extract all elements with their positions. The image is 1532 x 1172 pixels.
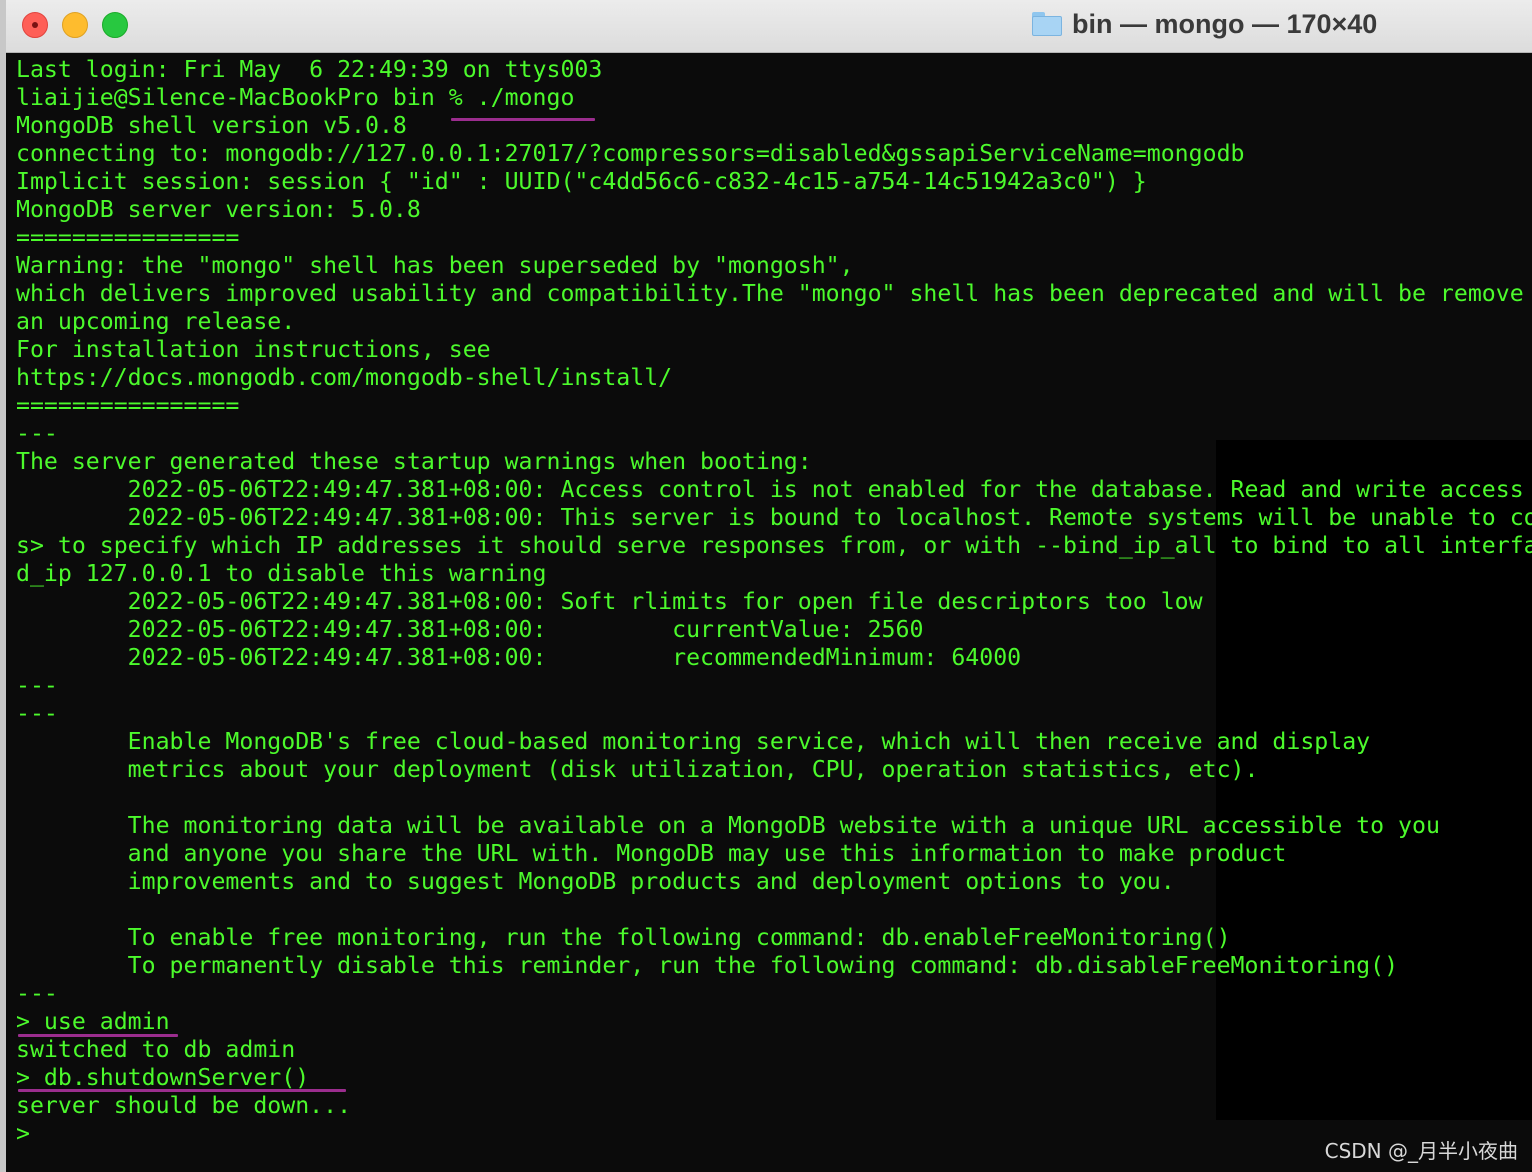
terminal-line: metrics about your deployment (disk util… [16,756,1259,783]
terminal-line: Last login: Fri May 6 22:49:39 on ttys00… [16,56,603,83]
terminal-line: server should be down... [16,1092,352,1119]
terminal-window: bin — mongo — 170×40 Last login: Fri May… [6,0,1532,1172]
terminal-line: > use admin [16,1008,170,1035]
terminal-line: d_ip 127.0.0.1 to disable this warning [16,560,547,587]
terminal-line: s> to specify which IP addresses it shou… [16,532,1532,559]
terminal-line: ================ [16,392,240,419]
terminal-line: Implicit session: session { "id" : UUID(… [16,168,1147,195]
terminal-line: For installation instructions, see [16,336,491,363]
terminal-line: --- [16,420,58,447]
terminal-line: The server generated these startup warni… [16,448,812,475]
terminal-line: > db.shutdownServer() [16,1064,310,1091]
terminal-line: which delivers improved usability and co… [16,280,1524,307]
terminal-line: The monitoring data will be available on… [16,812,1440,839]
window-title-area: bin — mongo — 170×40 [1032,6,1377,42]
command-underline-mongo [451,118,595,121]
terminal-line: 2022-05-06T22:49:47.381+08:00: recommend… [16,644,1022,671]
terminal-line: liaijie@Silence-MacBookPro bin % ./mongo [16,84,575,111]
terminal-line: Warning: the "mongo" shell has been supe… [16,252,854,279]
terminal-line: --- [16,672,58,699]
terminal-line: an upcoming release. [16,308,296,335]
terminal-line: improvements and to suggest MongoDB prod… [16,868,1175,895]
command-underline-shutdown [18,1089,346,1092]
terminal-line: 2022-05-06T22:49:47.381+08:00: currentVa… [16,616,924,643]
terminal-line: To enable free monitoring, run the follo… [16,924,1231,951]
title-bar[interactable]: bin — mongo — 170×40 [6,0,1532,53]
terminal-line: To permanently disable this reminder, ru… [16,952,1399,979]
folder-icon [1032,12,1062,36]
terminal-line: --- [16,980,58,1007]
watermark: CSDN @_月半小夜曲 [1324,1139,1518,1163]
terminal-line: --- [16,700,58,727]
window-title: bin — mongo — 170×40 [1072,8,1378,39]
terminal-line: > [16,1120,30,1147]
terminal-line: MongoDB shell version v5.0.8 [16,112,407,139]
minimize-button[interactable] [62,12,88,38]
terminal-line: https://docs.mongodb.com/mongodb-shell/i… [16,364,673,391]
terminal-line: Enable MongoDB's free cloud-based monito… [16,728,1371,755]
terminal-line: 2022-05-06T22:49:47.381+08:00: Soft rlim… [16,588,1203,615]
zoom-button[interactable] [102,12,128,38]
terminal-output[interactable]: Last login: Fri May 6 22:49:39 on ttys00… [16,56,1532,1148]
terminal-line: MongoDB server version: 5.0.8 [16,196,421,223]
terminal-line: 2022-05-06T22:49:47.381+08:00: Access co… [16,476,1524,503]
terminal-line: 2022-05-06T22:49:47.381+08:00: This serv… [16,504,1532,531]
terminal-line: ================ [16,224,240,251]
terminal-line: and anyone you share the URL with. Mongo… [16,840,1287,867]
terminal-line: connecting to: mongodb://127.0.0.1:27017… [16,140,1245,167]
command-underline-use-admin [18,1034,178,1037]
terminal-line: switched to db admin [16,1036,296,1063]
close-button[interactable] [22,12,48,38]
